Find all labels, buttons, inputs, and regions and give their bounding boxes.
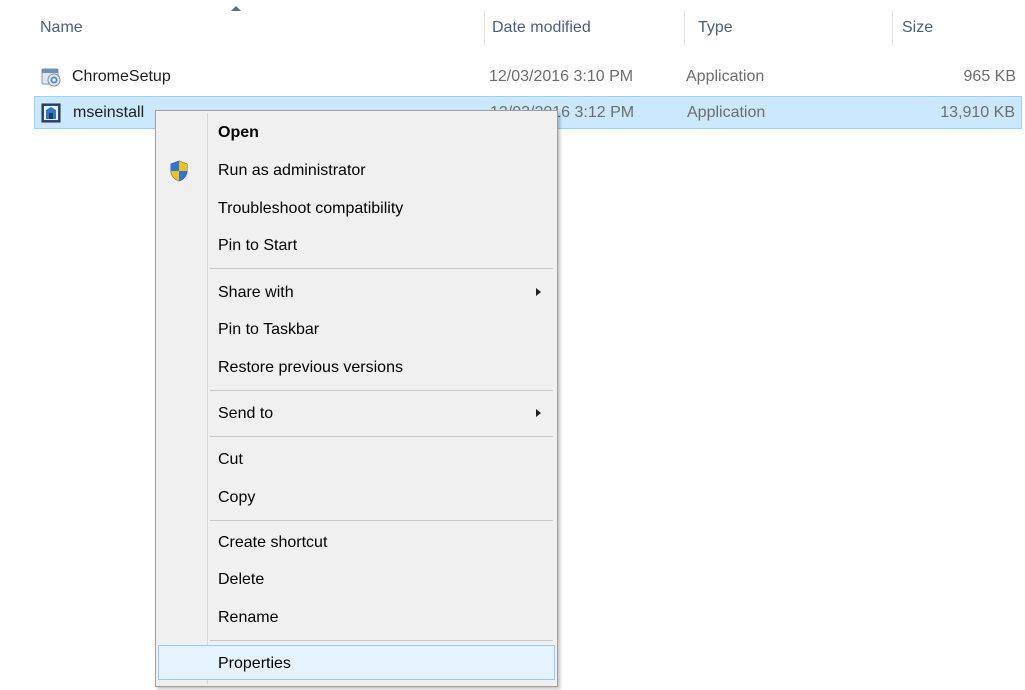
column-divider[interactable] [684, 10, 685, 46]
menu-item-open[interactable]: Open [158, 115, 555, 150]
menu-item-cut[interactable]: Cut [158, 442, 555, 477]
column-header-size[interactable]: Size [894, 10, 1022, 46]
menu-item-restore-previous-versions[interactable]: Restore previous versions [158, 350, 555, 385]
column-header-type[interactable]: Type [690, 10, 890, 46]
menu-item-pin-to-taskbar[interactable]: Pin to Taskbar [158, 312, 555, 347]
submenu-arrow-icon [536, 409, 541, 417]
menu-item-label: Restore previous versions [218, 359, 403, 376]
menu-item-label: Copy [218, 489, 256, 506]
file-name: ChromeSetup [72, 68, 171, 85]
menu-item-rename[interactable]: Rename [158, 600, 555, 635]
menu-separator [210, 640, 553, 641]
menu-item-label: Share with [218, 284, 294, 301]
menu-item-label: Pin to Start [218, 237, 298, 254]
menu-item-label: Properties [218, 655, 291, 672]
menu-separator [210, 390, 553, 391]
menu-item-label: Send to [218, 405, 274, 422]
file-row-chromesetup[interactable]: ChromeSetup 12/03/2016 3:10 PM Applicati… [34, 60, 1022, 93]
menu-item-label: Run as administrator [218, 162, 366, 179]
menu-item-create-shortcut[interactable]: Create shortcut [158, 525, 555, 560]
column-header-bar: Name Date modified Type Size [0, 0, 1025, 48]
file-type: Application [686, 68, 765, 85]
file-type: Application [687, 104, 766, 121]
menu-item-label: Troubleshoot compatibility [218, 200, 404, 217]
menu-item-properties[interactable]: Properties [158, 645, 555, 680]
file-date-modified: 12/03/2016 3:10 PM [489, 68, 634, 85]
file-size: 965 KB [963, 68, 1016, 85]
menu-separator [210, 436, 553, 437]
menu-item-label: Rename [218, 609, 279, 626]
menu-item-run-as-administrator[interactable]: Run as administrator [158, 153, 555, 188]
column-header-date-modified[interactable]: Date modified [484, 10, 684, 46]
menu-item-label: Cut [218, 451, 243, 468]
menu-separator [210, 268, 553, 269]
menu-item-copy[interactable]: Copy [158, 480, 555, 515]
menu-item-troubleshoot-compatibility[interactable]: Troubleshoot compatibility [158, 191, 555, 226]
column-header-name[interactable]: Name [32, 10, 484, 46]
menu-item-label: Create shortcut [218, 534, 328, 551]
submenu-arrow-icon [536, 288, 541, 296]
menu-item-delete[interactable]: Delete [158, 562, 555, 597]
menu-item-pin-to-start[interactable]: Pin to Start [158, 228, 555, 263]
uac-shield-icon [170, 160, 188, 182]
menu-item-label: Open [218, 124, 259, 141]
chrome-setup-icon [41, 68, 61, 87]
file-size: 13,910 KB [940, 104, 1015, 121]
menu-separator [210, 520, 553, 521]
file-name: mseinstall [73, 104, 145, 121]
menu-item-send-to[interactable]: Send to [158, 396, 555, 431]
menu-item-share-with[interactable]: Share with [158, 275, 555, 310]
column-divider[interactable] [892, 10, 893, 46]
mse-installer-icon [41, 103, 61, 123]
menu-item-label: Pin to Taskbar [218, 321, 320, 338]
context-menu: Open Run as administrator Troubleshoot c… [155, 110, 558, 687]
menu-item-label: Delete [218, 571, 265, 588]
